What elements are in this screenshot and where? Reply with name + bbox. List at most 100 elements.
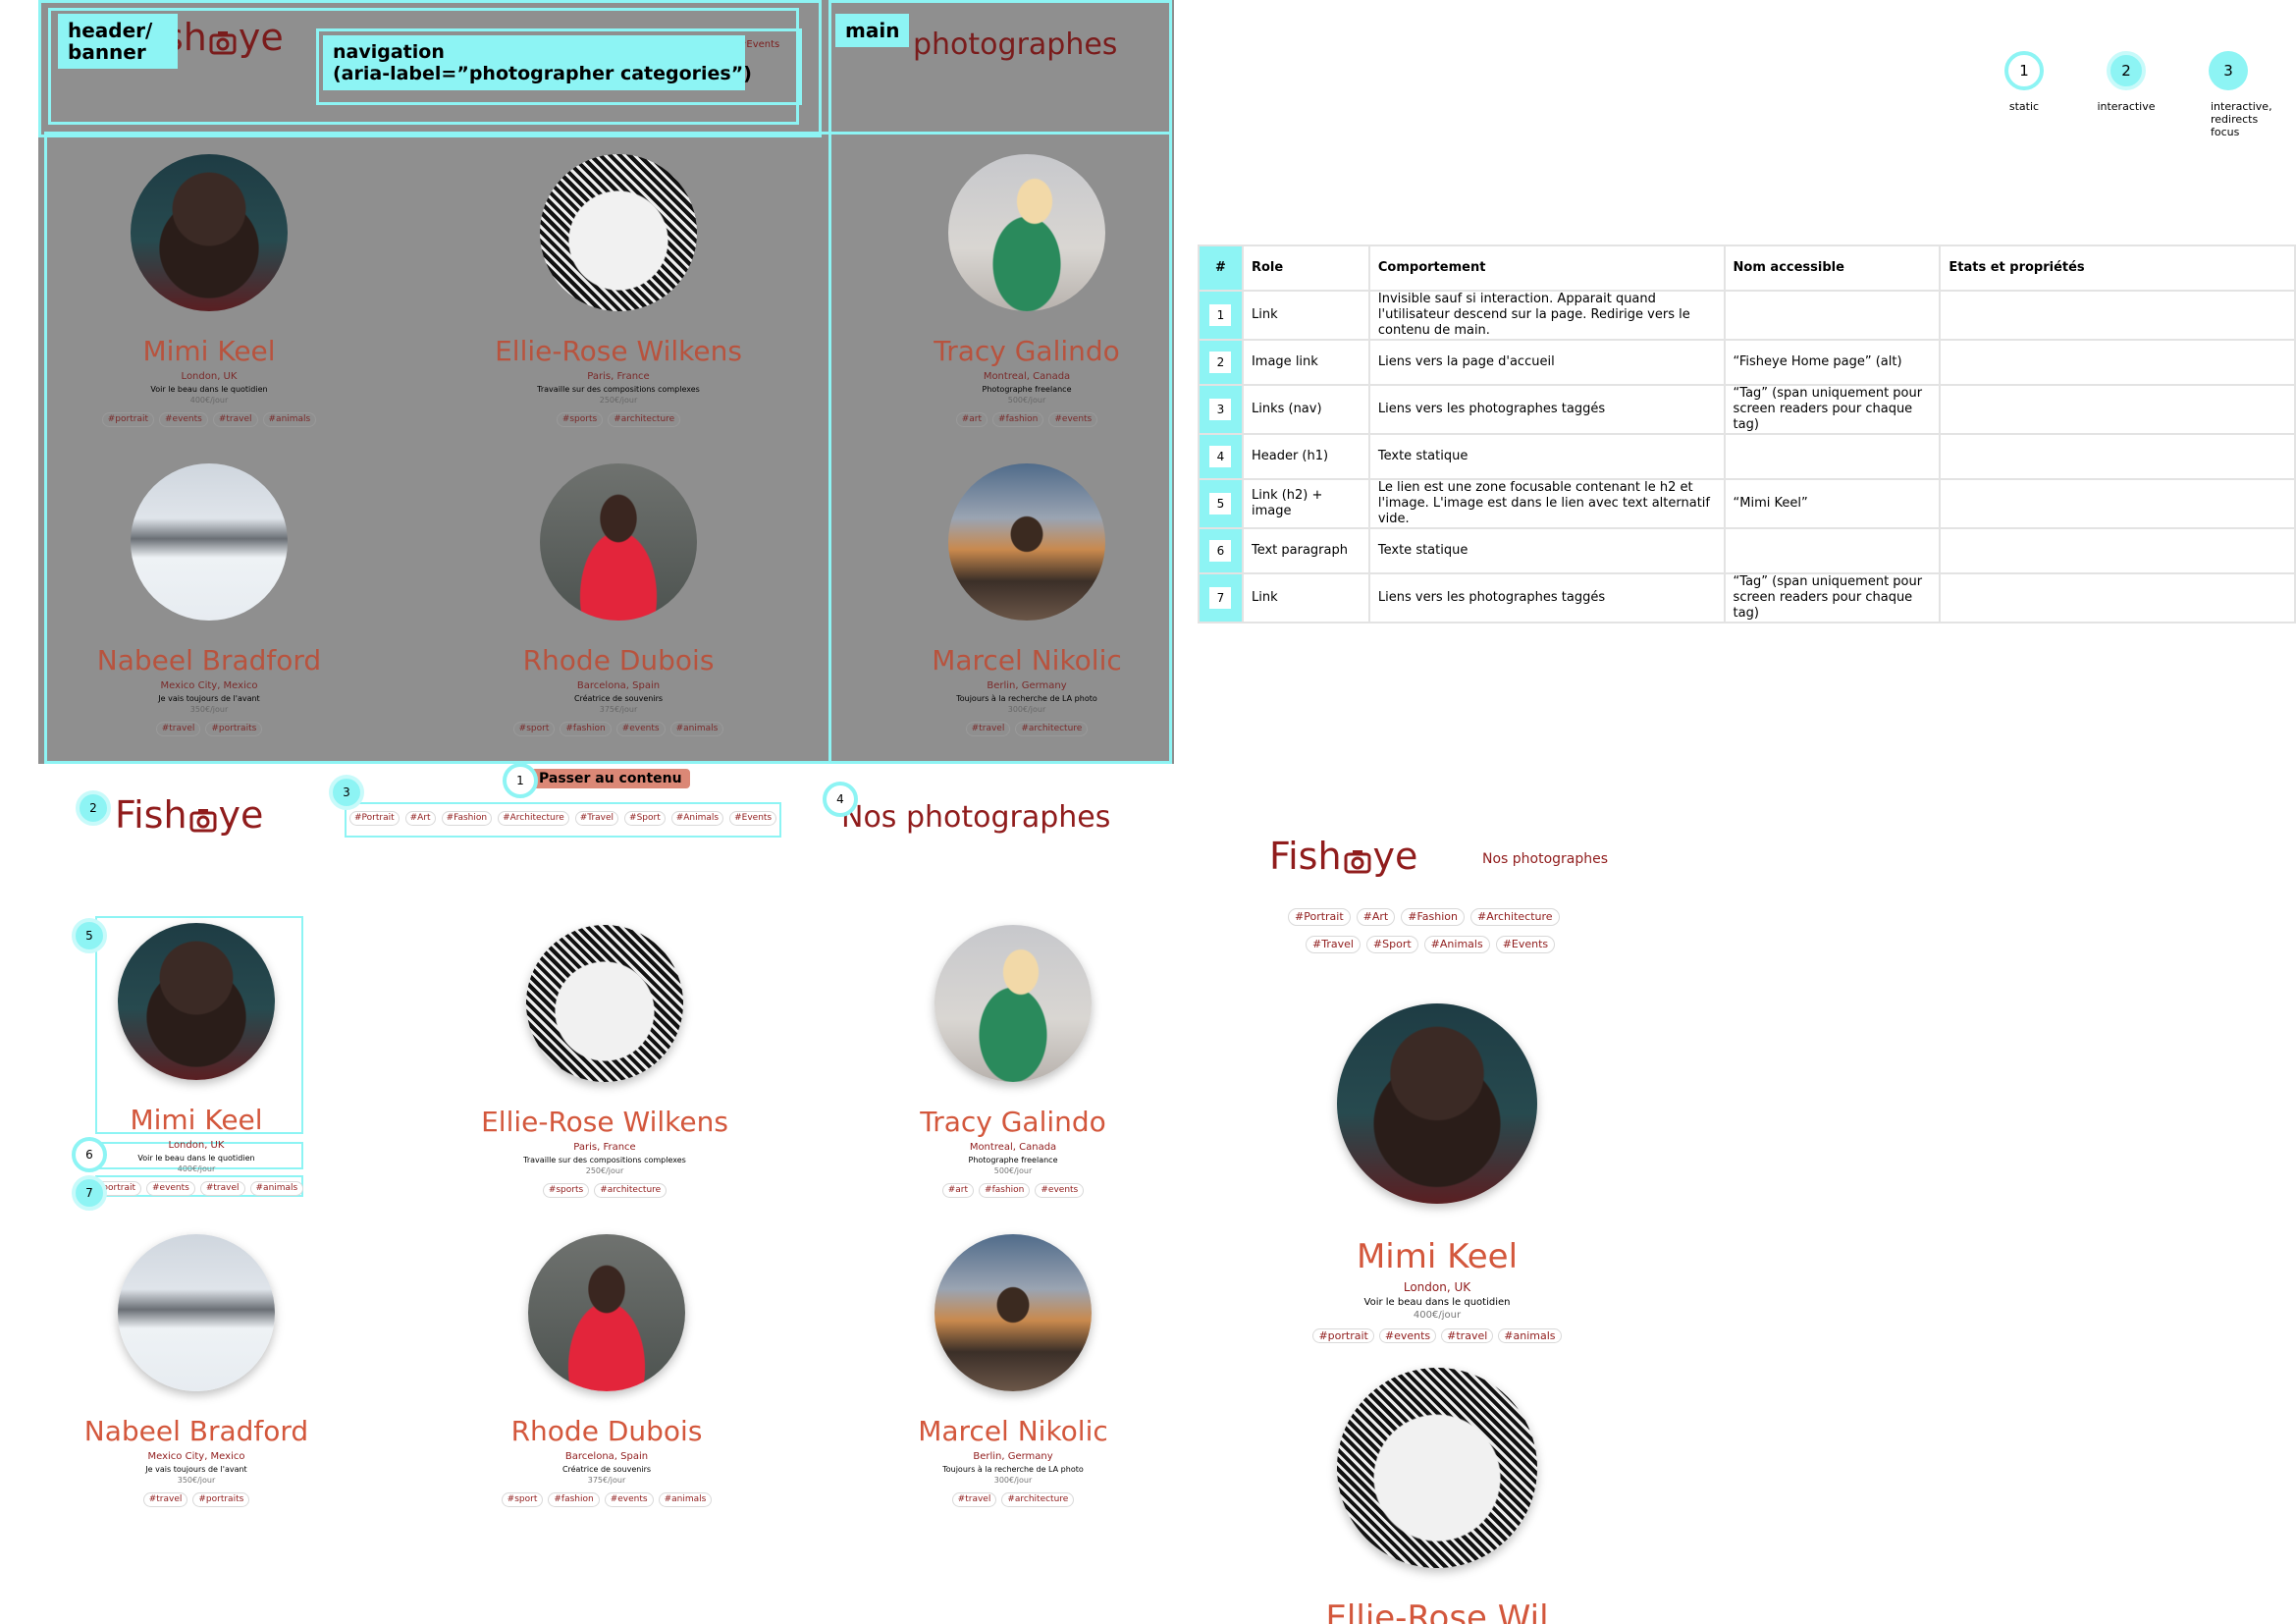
photographer-tagline: Créatrice de souvenirs bbox=[573, 694, 664, 703]
photographer-name-partial[interactable]: Ellie-Rose Wil bbox=[1290, 1598, 1584, 1624]
nav-tag-link[interactable]: #Animals bbox=[1423, 936, 1490, 953]
table-row: 7 Link Liens vers les photographes taggé… bbox=[1198, 572, 2296, 623]
row-number: 7 bbox=[1209, 587, 1232, 609]
logo-text-left: Fish bbox=[1269, 835, 1342, 878]
nav-tag-link[interactable]: #Travel bbox=[1306, 936, 1361, 953]
photographer-tagline: Travaille sur des compositions complexes bbox=[523, 1156, 686, 1164]
photographer-location: Paris, France bbox=[587, 371, 650, 382]
tag-link[interactable]: #animals bbox=[658, 1492, 713, 1507]
mockup-canvas: sh ye #Events photographes header/ banne… bbox=[0, 0, 2296, 1624]
nav-tag-link[interactable]: #Sport bbox=[1365, 936, 1418, 953]
legend-interactive-circle: 2 bbox=[2107, 51, 2146, 90]
tag-link[interactable]: #sports bbox=[542, 1183, 590, 1198]
table-cell-role: Image link bbox=[1241, 339, 1370, 386]
photographer-name-link[interactable]: Ellie-Rose Wilkens bbox=[457, 1106, 752, 1138]
photographer-name-link[interactable]: Tracy Galindo bbox=[866, 1106, 1160, 1138]
nav-tag-link[interactable]: #Art bbox=[404, 811, 436, 826]
photographer-name-link[interactable]: Mimi Keel bbox=[1290, 1237, 1584, 1276]
logo-text-left: Fish bbox=[115, 793, 187, 837]
nav-tag-link[interactable]: #Events bbox=[1495, 936, 1556, 953]
row-number: 6 bbox=[1209, 540, 1232, 562]
tag-link[interactable]: #animals bbox=[1498, 1328, 1562, 1343]
tag-link[interactable]: #travel bbox=[142, 1492, 188, 1507]
tag-link[interactable]: #travel bbox=[951, 1492, 997, 1507]
table-cell-states bbox=[1939, 384, 2296, 435]
tag-link: #architecture bbox=[608, 412, 681, 427]
tag-link[interactable]: #travel bbox=[199, 1181, 245, 1196]
table-cell-states bbox=[1939, 433, 2296, 480]
tag-link[interactable]: #sport bbox=[501, 1492, 544, 1507]
tag-link: #fashion bbox=[560, 722, 612, 736]
row-number: 4 bbox=[1209, 446, 1232, 467]
tag-link[interactable]: #portrait bbox=[1312, 1328, 1374, 1343]
row-number: 1 bbox=[1209, 304, 1232, 326]
tag-link[interactable]: #animals bbox=[249, 1181, 304, 1196]
nav-tag-link[interactable]: #Sport bbox=[624, 811, 666, 826]
tag-link[interactable]: #architecture bbox=[1001, 1492, 1075, 1507]
photographer-portrait bbox=[948, 154, 1105, 311]
nav-tag-link[interactable]: #Events bbox=[729, 811, 777, 826]
table-row: 1 Link Invisible sauf si interaction. Ap… bbox=[1198, 290, 2296, 341]
photographer-name-link[interactable]: Rhode Dubois bbox=[459, 1415, 754, 1447]
table-header-role: Role bbox=[1241, 244, 1370, 292]
table-cell-role: Header (h1) bbox=[1241, 433, 1370, 480]
photographer-portrait bbox=[540, 463, 697, 621]
nav-tag-link[interactable]: #Animals bbox=[670, 811, 724, 826]
tag-link: #events bbox=[158, 412, 208, 427]
legend-redirect-text: interactive, redirects focus bbox=[2211, 100, 2272, 138]
photographer-portrait[interactable] bbox=[118, 1234, 275, 1391]
tag-link[interactable]: #portraits bbox=[192, 1492, 250, 1507]
photographer-tags: #sports #architecture bbox=[471, 412, 766, 427]
tag-link[interactable]: #fashion bbox=[979, 1183, 1031, 1198]
photographer-portrait[interactable] bbox=[1337, 1003, 1537, 1204]
table-cell-role: Text paragraph bbox=[1241, 527, 1370, 574]
photographer-tags: #portrait #events #travel #animals bbox=[62, 412, 356, 427]
mobile-home-logo-link[interactable]: Fish ye bbox=[1269, 835, 1417, 878]
photographer-price: 500€/jour bbox=[1007, 396, 1046, 405]
home-logo-link[interactable]: Fish ye bbox=[115, 793, 263, 837]
nav-tag-link[interactable]: #Architecture bbox=[1469, 908, 1560, 926]
photographer-portrait[interactable] bbox=[934, 1234, 1092, 1391]
page-title: Nos photographes bbox=[841, 800, 1111, 835]
photographer-tags: #portrait #events #travel #animals bbox=[1290, 1328, 1584, 1343]
photographer-tags: #travel #architecture bbox=[866, 1492, 1160, 1507]
photographer-location: Montreal, Canada bbox=[969, 1142, 1057, 1153]
legend-static: 1 static bbox=[1965, 51, 2083, 113]
nav-tag-link[interactable]: #Fashion bbox=[441, 811, 493, 826]
nav-tag-link[interactable]: #Travel bbox=[574, 811, 619, 826]
skip-to-content-link[interactable]: Passer au contenu bbox=[531, 769, 690, 788]
photographer-location: London, UK bbox=[1403, 1280, 1471, 1294]
table-header-row: # Role Comportement Nom accessible Etats… bbox=[1198, 244, 2296, 292]
photographer-tagline: Photographe freelance bbox=[968, 1156, 1058, 1164]
table-cell-name bbox=[1723, 290, 1942, 341]
tag-link[interactable]: #events bbox=[145, 1181, 195, 1196]
photographer-tagline: Voir le beau dans le quotidien bbox=[150, 385, 268, 394]
photographer-name-link[interactable]: Mimi Keel bbox=[49, 1104, 344, 1136]
photographer-portrait[interactable] bbox=[934, 925, 1092, 1082]
header-landmark-label: header/ banner bbox=[58, 14, 178, 69]
nav-tag-link[interactable]: #Architecture bbox=[498, 811, 569, 826]
photographer-price: 400€/jour bbox=[189, 396, 229, 405]
photographer-portrait[interactable] bbox=[526, 925, 683, 1082]
photographer-name-link[interactable]: Marcel Nikolic bbox=[866, 1415, 1160, 1447]
photographer-portrait[interactable] bbox=[1337, 1368, 1537, 1568]
tag-link[interactable]: #fashion bbox=[548, 1492, 600, 1507]
tag-link[interactable]: #events bbox=[1035, 1183, 1085, 1198]
nav-tag-link[interactable]: #Portrait bbox=[349, 811, 400, 826]
nav-tag-link[interactable]: #Portrait bbox=[1288, 908, 1351, 926]
photographer-name-link[interactable]: Nabeel Bradford bbox=[49, 1415, 344, 1447]
accessibility-table: # Role Comportement Nom accessible Etats… bbox=[1198, 244, 2296, 623]
table-row: 5 Link (h2) + image Le lien est une zone… bbox=[1198, 478, 2296, 529]
nav-tag-link[interactable]: #Art bbox=[1356, 908, 1396, 926]
photographer-portrait[interactable] bbox=[528, 1234, 685, 1391]
tag-link[interactable]: #events bbox=[1378, 1328, 1437, 1343]
photographer-portrait[interactable] bbox=[118, 923, 275, 1080]
table-row: 3 Links (nav) Liens vers les photographe… bbox=[1198, 384, 2296, 435]
photographer-name: Tracy Galindo bbox=[934, 335, 1120, 367]
tag-link[interactable]: #travel bbox=[1441, 1328, 1494, 1343]
nav-tag-link[interactable]: #Fashion bbox=[1401, 908, 1465, 926]
tag-link[interactable]: #architecture bbox=[594, 1183, 667, 1198]
tag-link[interactable]: #events bbox=[604, 1492, 654, 1507]
tag-link[interactable]: #art bbox=[941, 1183, 975, 1198]
photographer-name: Rhode Dubois bbox=[522, 644, 715, 677]
